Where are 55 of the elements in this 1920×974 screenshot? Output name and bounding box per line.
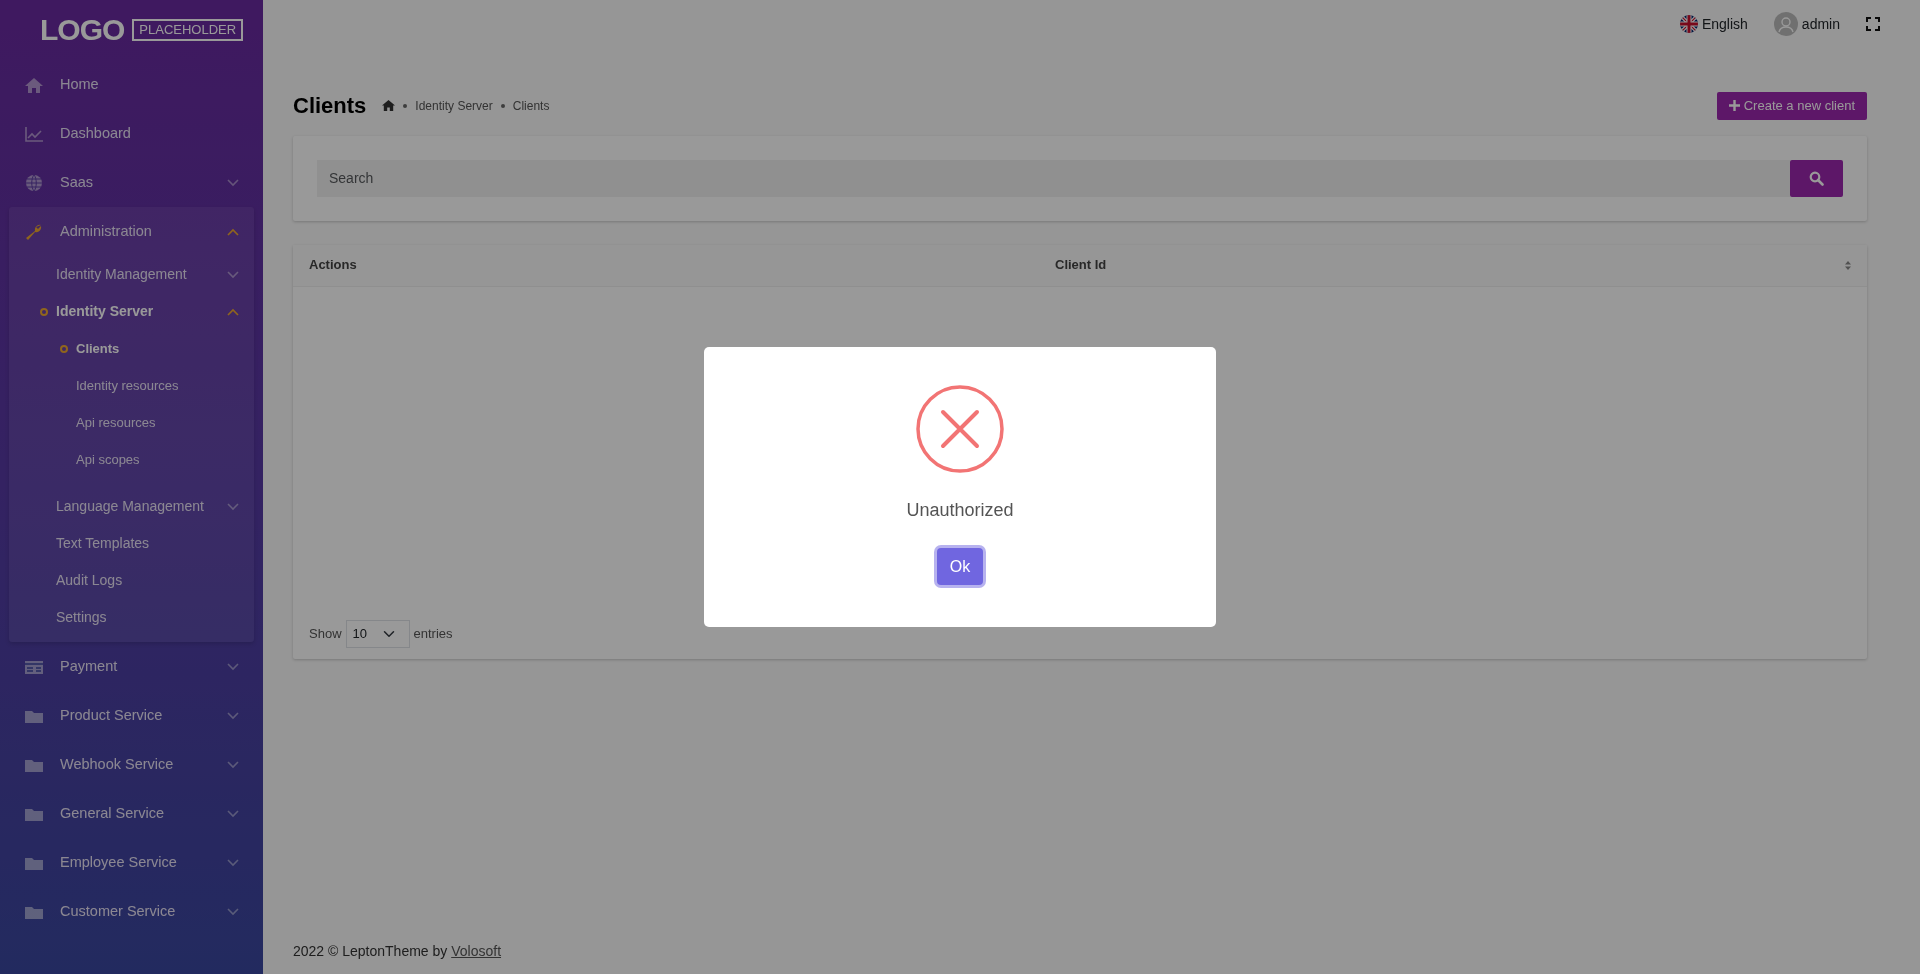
page-size-select[interactable]: 10 [345,619,410,648]
sidebar-item[interactable]: Clients [9,330,254,367]
user-menu[interactable]: admin [1773,12,1840,36]
sidebar-item[interactable]: Product Service [0,691,263,740]
sidebar-item[interactable]: Dashboard [0,109,263,158]
globe-icon [24,173,44,192]
search-field[interactable]: Search [317,159,1791,197]
sidebar-item[interactable]: Customer Service [0,887,263,936]
ok-button[interactable]: Ok [937,548,983,585]
volosoft-link[interactable]: Volosoft [451,943,502,959]
separator-icon [403,103,408,108]
sidebar-item[interactable]: Api scopes [9,441,254,478]
separator-icon [500,103,505,108]
avatar-icon [1773,12,1798,36]
show-label: Show [309,624,342,643]
language-menu[interactable]: English [1679,13,1748,35]
logo-tag: PLACEHOLDER [132,19,244,41]
sidebar-item[interactable]: Identity resources [9,367,254,404]
chevron-icon [227,307,239,316]
sidebar-item[interactable]: Saas [0,158,263,207]
fullscreen-icon[interactable] [1866,17,1880,31]
sidebar-item[interactable]: Webhook Service [0,740,263,789]
active-dot [40,307,48,316]
flag-icon [1679,15,1698,33]
create-client-button[interactable]: Create a new client [1716,92,1867,120]
sidebar-item[interactable]: General Service [0,789,263,838]
error-icon [916,385,1004,473]
sidebar-item[interactable]: Settings [9,599,254,636]
page-title: Clients [293,92,367,119]
breadcrumb-link[interactable]: Clients [512,96,550,115]
column-header[interactable]: Client Id [1055,255,1107,275]
breadcrumb-link[interactable]: Identity Server [415,96,493,115]
sidebar-item[interactable]: Audit Logs [9,562,254,599]
column-header[interactable]: Actions [309,255,1055,275]
wrench-icon [24,222,44,241]
sidebar-item[interactable]: Language Management [9,488,254,525]
search-button[interactable] [1790,159,1843,197]
alert-message: Unauthorized [906,499,1014,522]
entries-label: entries [413,624,453,643]
sort-icon[interactable] [1845,260,1851,270]
chevron-icon [227,227,239,236]
sidebar-item[interactable]: Identity Management [9,256,254,293]
home-icon[interactable] [382,100,396,112]
sidebar-item[interactable]: Api resources [9,404,254,441]
sidebar-item[interactable]: Identity Server [9,293,254,330]
sidebar-item[interactable]: Home [0,60,263,109]
sidebar-item[interactable]: Employee Service [0,838,263,887]
sidebar-item[interactable]: Administration [9,207,254,256]
active-dot [60,344,68,353]
plus-icon [1728,100,1740,112]
sidebar-item[interactable]: Payment [0,642,263,691]
footer-text: 2022 © LeptonTheme by Volosoft [292,942,503,961]
logo-text: LOGO [40,15,125,45]
sidebar-item[interactable]: Text Templates [9,525,254,562]
search-icon [1809,170,1825,186]
